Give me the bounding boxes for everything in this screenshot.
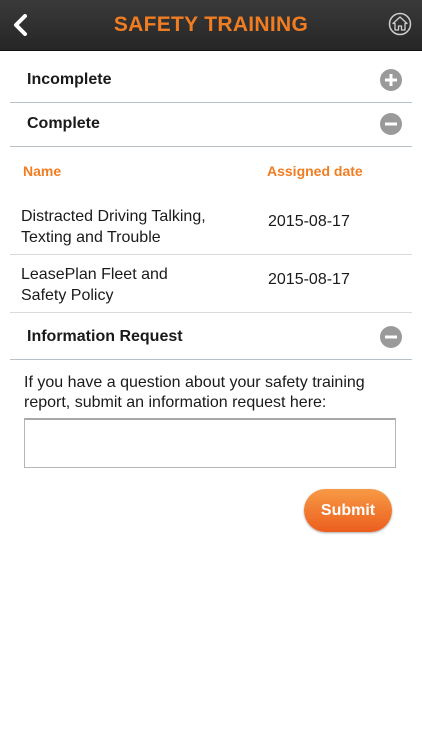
table-row[interactable]: LeasePlan Fleet and Safety Policy 2015-0…: [10, 254, 412, 313]
plus-circle-icon[interactable]: [380, 69, 402, 91]
row-name-line: Texting and Trouble: [21, 229, 161, 246]
home-button[interactable]: [388, 12, 412, 36]
row-name-line: LeasePlan Fleet and: [21, 266, 168, 283]
chevron-left-icon: [14, 14, 27, 36]
minus-circle-icon[interactable]: [380, 113, 402, 135]
table-row[interactable]: Distracted Driving Talking, Texting and …: [10, 196, 412, 255]
section-label-information-request: Information Request: [27, 328, 183, 345]
row-name-line: Safety Policy: [21, 287, 114, 304]
section-complete[interactable]: Complete: [10, 102, 412, 147]
home-icon: [388, 12, 412, 36]
row-assigned-date: 2015-08-17: [268, 271, 350, 288]
information-request-prompt: If you have a question about your safety…: [24, 373, 404, 413]
back-button[interactable]: [4, 8, 36, 42]
minus-circle-icon[interactable]: [380, 326, 402, 348]
section-label-incomplete: Incomplete: [27, 71, 112, 88]
submit-button[interactable]: Submit: [304, 489, 392, 532]
row-name-line: Distracted Driving Talking,: [21, 208, 206, 225]
row-training-name: Distracted Driving Talking, Texting and …: [21, 206, 251, 248]
section-incomplete[interactable]: Incomplete: [10, 58, 412, 103]
prompt-line: If you have a question about your safety…: [24, 374, 365, 391]
top-bar: SAFETY TRAINING: [0, 0, 422, 51]
row-assigned-date: 2015-08-17: [268, 213, 350, 230]
column-header-name: Name: [23, 163, 62, 179]
section-label-complete: Complete: [27, 115, 100, 132]
column-header-assigned-date: Assigned date: [267, 163, 363, 179]
prompt-line: report, submit an information request he…: [24, 394, 327, 411]
information-request-input[interactable]: [24, 418, 396, 468]
section-information-request[interactable]: Information Request: [10, 315, 412, 360]
row-training-name: LeasePlan Fleet and Safety Policy: [21, 264, 251, 306]
page-title: SAFETY TRAINING: [113, 13, 309, 36]
